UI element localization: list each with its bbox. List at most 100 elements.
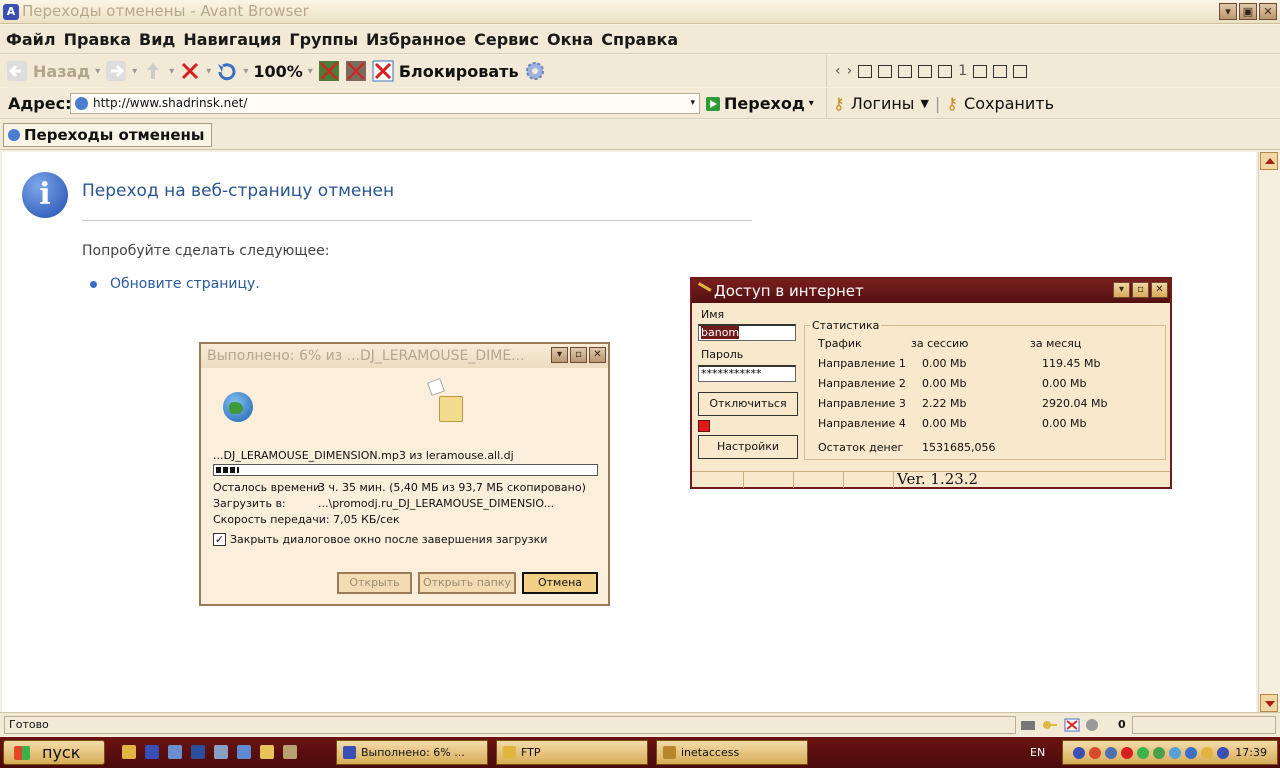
url-text: http://www.shadrinsk.net/ (93, 96, 248, 110)
zoom-dropdown-icon[interactable]: ▾ (308, 66, 313, 77)
popup-blocked-icon[interactable] (1064, 718, 1080, 732)
word-quicklaunch-icon[interactable] (191, 745, 205, 759)
script-block-icon[interactable] (345, 60, 367, 82)
name-input[interactable]: banom (698, 324, 796, 341)
url-dropdown-icon[interactable]: ▾ (690, 94, 695, 113)
back-arrow-icon[interactable] (6, 60, 28, 82)
zoom-level[interactable]: 100% (253, 62, 302, 81)
go-button[interactable]: Переход ▾ (706, 94, 814, 113)
alert-tray-icon[interactable] (1121, 747, 1133, 759)
settings-button[interactable]: Настройки (698, 435, 798, 459)
cascade-icon[interactable] (858, 64, 873, 78)
scroll-down-button[interactable] (1260, 694, 1278, 712)
refresh-link[interactable]: Обновите страницу. (110, 276, 260, 292)
inet-maximize-button[interactable]: ▫ (1132, 282, 1149, 298)
avant-tray-icon-2[interactable] (1217, 747, 1229, 759)
logins-dropdown-icon[interactable]: ▼ (920, 97, 928, 110)
tile-horizontal-icon[interactable] (878, 64, 893, 78)
menu-file[interactable]: Файл (6, 30, 56, 49)
network-tray-icon[interactable] (1105, 747, 1117, 759)
tab-close-icon[interactable] (1013, 64, 1028, 78)
back-dropdown-icon[interactable]: ▾ (95, 66, 100, 77)
close-when-done-checkbox[interactable]: ✓ (213, 533, 226, 546)
download-close-button[interactable]: ✕ (589, 347, 606, 363)
back-button[interactable]: Назад (33, 62, 90, 81)
menu-favorites[interactable]: Избранное (366, 30, 466, 49)
inet-close-button[interactable]: ✕ (1151, 282, 1168, 298)
go-dropdown-icon[interactable]: ▾ (809, 98, 814, 109)
menu-view[interactable]: Вид (139, 30, 175, 49)
connection-status-icon[interactable] (1084, 718, 1100, 732)
network-icon[interactable] (1020, 718, 1036, 732)
block-button[interactable]: Блокировать (399, 62, 519, 81)
tab-restore-icon[interactable] (993, 64, 1008, 78)
up-icon[interactable] (142, 60, 164, 82)
shield-tray-icon[interactable] (1185, 747, 1197, 759)
row-session: 0.00 Mb (922, 377, 967, 390)
refresh-icon[interactable] (216, 60, 238, 82)
inetaccess-quicklaunch-icon[interactable] (122, 745, 136, 759)
close-when-done-option[interactable]: ✓ Закрыть диалоговое окно после завершен… (213, 533, 547, 546)
cancel-button[interactable]: Отмена (522, 572, 598, 594)
key-status-icon[interactable] (1042, 718, 1058, 732)
download-maximize-button[interactable]: ▫ (570, 347, 587, 363)
save-button[interactable]: Сохранить (964, 94, 1054, 113)
sun-tray-icon[interactable] (1201, 747, 1213, 759)
prev-tab-icon[interactable]: ‹ (835, 63, 841, 79)
tab-minimize-icon[interactable] (973, 64, 988, 78)
open-folder-button[interactable]: Открыть папку (418, 572, 516, 594)
document-quicklaunch-icon[interactable] (237, 745, 251, 759)
network-quicklaunch-icon[interactable] (168, 745, 182, 759)
suggestion-text: Попробуйте сделать следующее: (82, 243, 330, 259)
vertical-scrollbar[interactable] (1258, 152, 1278, 712)
notepad-quicklaunch-icon[interactable] (214, 745, 228, 759)
menu-windows[interactable]: Окна (547, 30, 593, 49)
folder-quicklaunch-icon[interactable] (260, 745, 274, 759)
forward-dropdown-icon[interactable]: ▾ (132, 66, 137, 77)
language-indicator[interactable]: EN (1030, 746, 1045, 759)
menu-navigation[interactable]: Навигация (183, 30, 281, 49)
start-button[interactable]: пуск (3, 740, 105, 765)
up-dropdown-icon[interactable]: ▾ (169, 66, 174, 77)
password-input[interactable]: *********** (698, 365, 796, 382)
next-tab-icon[interactable]: › (847, 63, 853, 79)
stop-dropdown-icon[interactable]: ▾ (206, 66, 211, 77)
download-minimize-button[interactable]: ▾ (551, 347, 568, 363)
tile-vertical-icon[interactable] (898, 64, 913, 78)
menu-groups[interactable]: Группы (289, 30, 358, 49)
menu-edit[interactable]: Правка (64, 30, 131, 49)
url-input[interactable]: http://www.shadrinsk.net/ ▾ (70, 93, 700, 114)
refresh-dropdown-icon[interactable]: ▾ (243, 66, 248, 77)
close-all-icon[interactable] (938, 64, 953, 78)
task-download[interactable]: Выполнено: 6% ... (336, 740, 488, 765)
close-button[interactable]: ✕ (1259, 3, 1277, 20)
forward-arrow-icon[interactable] (105, 60, 127, 82)
avant-tray-icon[interactable] (1073, 747, 1085, 759)
inet-minimize-button[interactable]: ▾ (1113, 282, 1130, 298)
popup-block-icon[interactable] (372, 60, 394, 82)
task-ftp[interactable]: FTP (496, 740, 648, 765)
menu-tools[interactable]: Сервис (474, 30, 539, 49)
volume-tray-icon[interactable] (1169, 747, 1181, 759)
open-button[interactable]: Открыть (337, 572, 412, 594)
minimize-button[interactable]: ▾ (1219, 3, 1237, 20)
tab-active[interactable]: Переходы отменены (3, 123, 212, 147)
row-session: 0.00 Mb (922, 417, 967, 430)
antivirus-tray-icon[interactable] (1089, 747, 1101, 759)
avant-browser-quicklaunch-icon[interactable] (145, 745, 159, 759)
disconnect-button[interactable]: Отключиться (698, 392, 798, 416)
inet-key-icon (694, 282, 712, 298)
messenger-tray-icon[interactable] (1137, 747, 1149, 759)
window-title: Переходы отменены - Avant Browser (22, 2, 309, 20)
task-inetaccess[interactable]: inetaccess (656, 740, 808, 765)
settings-gear-icon[interactable] (524, 60, 546, 82)
stop-icon[interactable] (179, 60, 201, 82)
logins-button[interactable]: Логины (851, 94, 915, 113)
image-block-icon[interactable] (318, 60, 340, 82)
menu-help[interactable]: Справка (601, 30, 678, 49)
scroll-up-button[interactable] (1260, 152, 1278, 170)
maximize-button[interactable]: ▣ (1239, 3, 1257, 20)
tools-quicklaunch-icon[interactable] (283, 745, 297, 759)
update-tray-icon[interactable] (1153, 747, 1165, 759)
maximize-tab-icon[interactable] (918, 64, 933, 78)
